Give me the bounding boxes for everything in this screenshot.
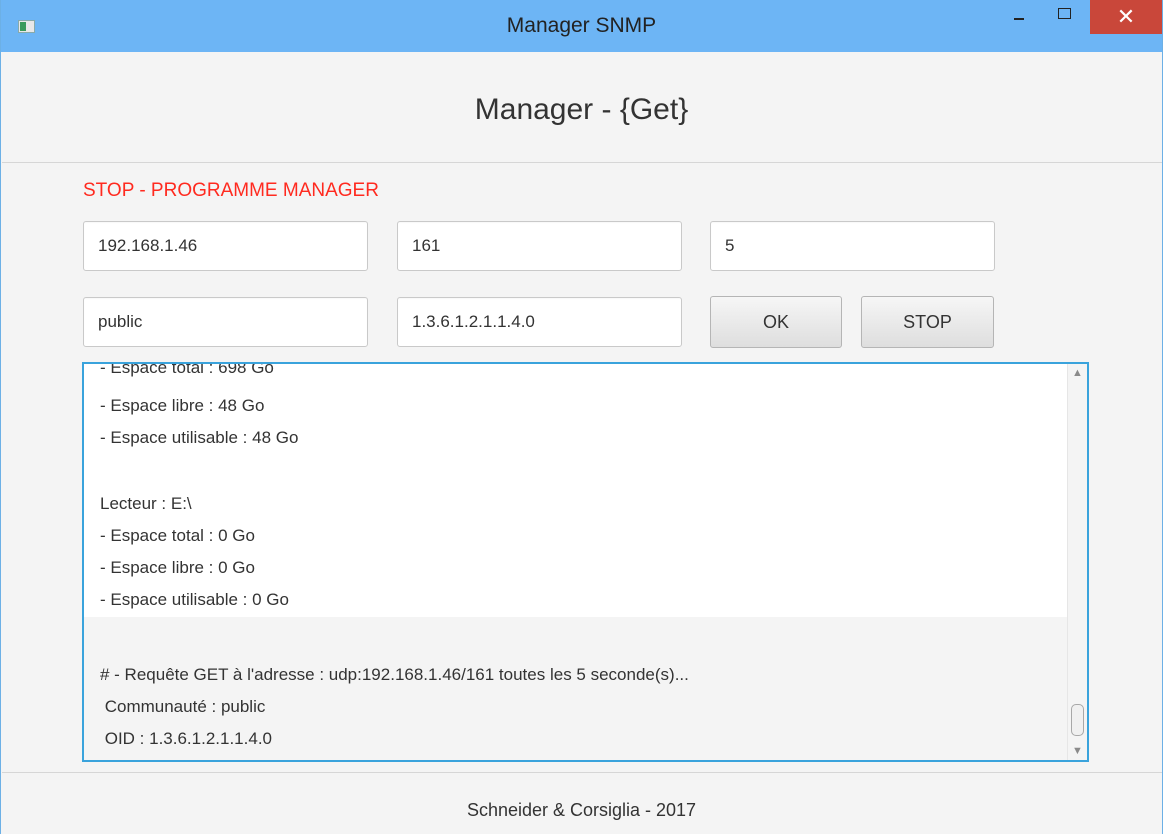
log-content: - Espace total : 698 Go - Espace libre :…	[84, 364, 1068, 760]
footer-divider	[2, 772, 1162, 773]
log-line: - Espace utilisable : 48 Go	[100, 428, 299, 447]
log-line: # - Requête GET à l'adresse : udp:192.16…	[100, 665, 689, 684]
app-window: Manager SNMP ✕ Manager - {Get} STOP - PR…	[0, 0, 1163, 834]
ok-button[interactable]: OK	[710, 296, 842, 348]
maximize-button[interactable]	[1042, 0, 1086, 34]
footer-credits: Schneider & Corsiglia - 2017	[466, 800, 697, 820]
page-title: Manager - {Get}	[474, 93, 689, 126]
log-line: OID : 1.3.6.1.2.1.1.4.0	[100, 729, 272, 748]
log-line: - Espace libre : 48 Go	[100, 396, 265, 415]
minimize-icon	[1014, 18, 1024, 20]
window-title: Manager SNMP	[506, 14, 657, 37]
minimize-button[interactable]	[997, 0, 1041, 34]
scroll-down-icon[interactable]: ▼	[1068, 742, 1087, 760]
maximize-icon	[1057, 7, 1071, 19]
log-output[interactable]: - Espace total : 698 Go - Espace libre :…	[82, 362, 1089, 762]
status-label: STOP - PROGRAMME MANAGER	[83, 180, 379, 201]
header-divider	[2, 162, 1162, 163]
stop-button[interactable]: STOP	[861, 296, 994, 348]
log-line: - Espace total : 698 Go	[100, 364, 274, 377]
community-input[interactable]: public	[83, 297, 368, 347]
close-icon: ✕	[1116, 4, 1136, 29]
scroll-up-icon[interactable]: ▲	[1068, 364, 1087, 382]
port-input[interactable]: 161	[397, 221, 682, 271]
close-button[interactable]: ✕	[1090, 0, 1162, 34]
scroll-thumb[interactable]	[1071, 704, 1084, 736]
log-line: - Espace utilisable : 0 Go	[100, 590, 289, 609]
log-line: Lecteur : E:\	[100, 494, 192, 513]
title-bar[interactable]: Manager SNMP ✕	[1, 0, 1162, 52]
log-line: - Espace libre : 0 Go	[100, 558, 255, 577]
log-scrollbar[interactable]: ▲ ▼	[1067, 364, 1087, 760]
log-line: - Espace total : 0 Go	[100, 526, 255, 545]
interval-input[interactable]: 5	[710, 221, 995, 271]
log-line: Communauté : public	[100, 697, 266, 716]
oid-input[interactable]: 1.3.6.1.2.1.1.4.0	[397, 297, 682, 347]
ip-address-input[interactable]: 192.168.1.46	[83, 221, 368, 271]
